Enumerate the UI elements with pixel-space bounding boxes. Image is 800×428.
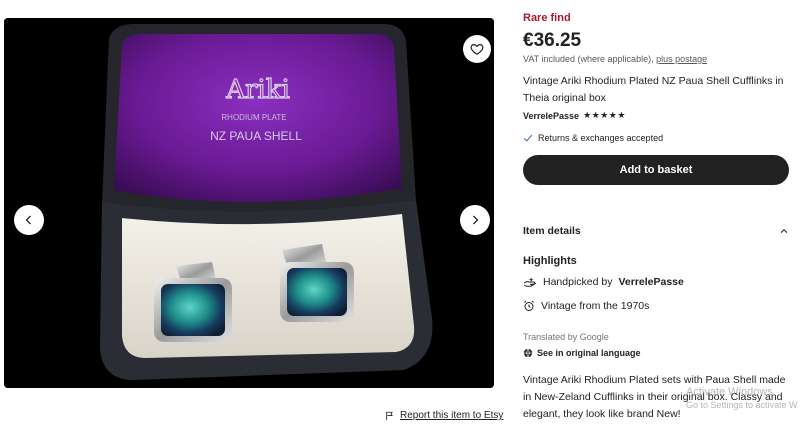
box-line1-text: RHODIUM PLATE: [221, 113, 286, 122]
vat-note: VAT included (where applicable), plus po…: [523, 54, 707, 64]
vintage-highlight: Vintage from the 1970s: [523, 300, 649, 312]
chevron-up-icon: [780, 229, 788, 234]
next-image-button[interactable]: [460, 205, 490, 235]
handpicked-highlight: Handpicked by VerrelePasse: [523, 276, 684, 288]
add-to-basket-button[interactable]: Add to basket: [523, 155, 789, 185]
item-description: Vintage Ariki Rhodium Plated sets with P…: [523, 374, 786, 420]
report-item-label: Report this item to Etsy: [400, 410, 504, 421]
price: €36.25: [523, 30, 582, 51]
item-details-toggle[interactable]: Item details: [523, 225, 789, 237]
previous-image-button[interactable]: [14, 205, 44, 235]
handpicked-seller[interactable]: VerrelePasse: [618, 276, 683, 288]
handpicked-prefix: Handpicked by: [543, 276, 613, 288]
hand-icon: [523, 277, 537, 287]
checkmark-icon: [523, 134, 533, 142]
report-item-link[interactable]: Report this item to Etsy: [385, 410, 503, 421]
listing-title: Vintage Ariki Rhodium Plated NZ Paua She…: [523, 75, 784, 104]
vat-text: VAT included (where applicable),: [523, 54, 654, 64]
postage-link[interactable]: plus postage: [656, 54, 707, 64]
globe-icon: [523, 348, 533, 358]
see-original-language-link[interactable]: See in original language: [523, 348, 641, 358]
rare-find-badge: Rare find: [523, 12, 571, 24]
heart-icon: [470, 44, 484, 55]
seller-row[interactable]: VerrelePasse ★★★★★: [523, 110, 626, 121]
box-brand-text: Ariki: [225, 75, 290, 105]
product-image: Ariki RHODIUM PLATE NZ PAUA SHELL: [4, 18, 494, 388]
highlights-heading: Highlights: [523, 255, 577, 267]
flag-icon: [386, 411, 393, 420]
returns-label: Returns & exchanges accepted: [538, 133, 664, 143]
item-details-label: Item details: [523, 225, 581, 237]
clock-icon: [524, 300, 534, 311]
seller-name[interactable]: VerrelePasse: [523, 111, 579, 121]
see-original-language-label: See in original language: [537, 348, 641, 358]
product-gallery: Ariki RHODIUM PLATE NZ PAUA SHELL: [4, 18, 494, 388]
returns-row: Returns & exchanges accepted: [523, 133, 663, 143]
favorite-button[interactable]: [463, 35, 491, 63]
box-line2-text: NZ PAUA SHELL: [210, 129, 302, 143]
translated-note: Translated by Google: [523, 332, 609, 342]
star-rating: ★★★★★: [583, 110, 626, 120]
chevron-right-icon: [473, 215, 479, 225]
vintage-label: Vintage from the 1970s: [541, 300, 650, 312]
chevron-left-icon: [25, 215, 31, 225]
